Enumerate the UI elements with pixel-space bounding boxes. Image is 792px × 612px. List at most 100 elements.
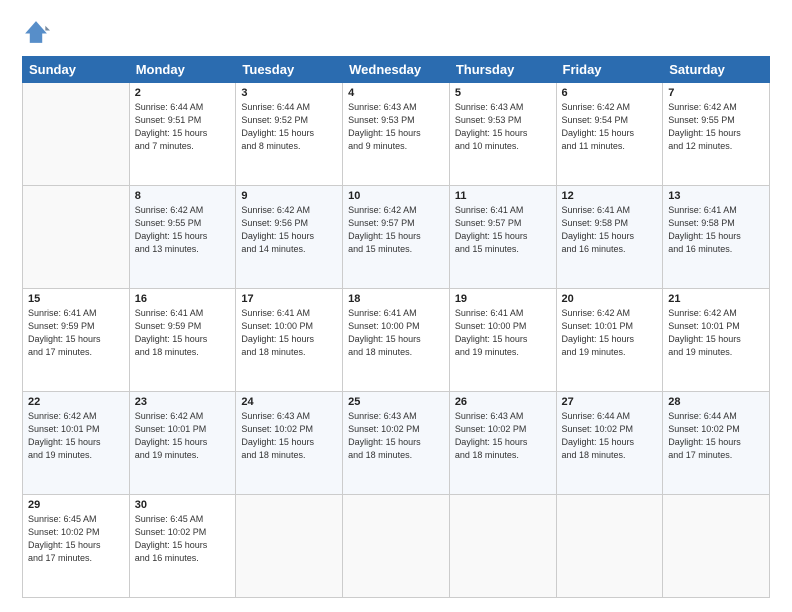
day-info: Sunrise: 6:41 AM Sunset: 9:57 PM Dayligh… — [455, 204, 551, 256]
day-info: Sunrise: 6:42 AM Sunset: 9:55 PM Dayligh… — [668, 101, 764, 153]
calendar-table: SundayMondayTuesdayWednesdayThursdayFrid… — [22, 56, 770, 598]
day-number: 12 — [562, 190, 658, 202]
day-info: Sunrise: 6:41 AM Sunset: 9:59 PM Dayligh… — [135, 307, 231, 359]
calendar-cell: 5 Sunrise: 6:43 AM Sunset: 9:53 PM Dayli… — [449, 83, 556, 186]
day-number: 15 — [28, 293, 124, 305]
calendar-cell: 20 Sunrise: 6:42 AM Sunset: 10:01 PM Day… — [556, 289, 663, 392]
day-info: Sunrise: 6:42 AM Sunset: 10:01 PM Daylig… — [135, 410, 231, 462]
day-number: 10 — [348, 190, 444, 202]
calendar-cell: 21 Sunrise: 6:42 AM Sunset: 10:01 PM Day… — [663, 289, 770, 392]
calendar-cell: 26 Sunrise: 6:43 AM Sunset: 10:02 PM Day… — [449, 392, 556, 495]
calendar-cell: 19 Sunrise: 6:41 AM Sunset: 10:00 PM Day… — [449, 289, 556, 392]
calendar-week-row: 8 Sunrise: 6:42 AM Sunset: 9:55 PM Dayli… — [23, 186, 770, 289]
day-number: 27 — [562, 396, 658, 408]
day-number: 29 — [28, 499, 124, 511]
calendar-cell: 11 Sunrise: 6:41 AM Sunset: 9:57 PM Dayl… — [449, 186, 556, 289]
day-info: Sunrise: 6:42 AM Sunset: 10:01 PM Daylig… — [562, 307, 658, 359]
day-info: Sunrise: 6:41 AM Sunset: 9:58 PM Dayligh… — [668, 204, 764, 256]
day-info: Sunrise: 6:41 AM Sunset: 9:58 PM Dayligh… — [562, 204, 658, 256]
calendar-cell: 18 Sunrise: 6:41 AM Sunset: 10:00 PM Day… — [343, 289, 450, 392]
logo-icon — [22, 18, 50, 46]
calendar-cell: 9 Sunrise: 6:42 AM Sunset: 9:56 PM Dayli… — [236, 186, 343, 289]
day-number: 9 — [241, 190, 337, 202]
calendar-cell: 12 Sunrise: 6:41 AM Sunset: 9:58 PM Dayl… — [556, 186, 663, 289]
calendar-body: 2 Sunrise: 6:44 AM Sunset: 9:51 PM Dayli… — [23, 83, 770, 598]
day-info: Sunrise: 6:41 AM Sunset: 10:00 PM Daylig… — [348, 307, 444, 359]
calendar-week-row: 2 Sunrise: 6:44 AM Sunset: 9:51 PM Dayli… — [23, 83, 770, 186]
logo — [22, 18, 54, 46]
day-number: 13 — [668, 190, 764, 202]
calendar-cell — [343, 495, 450, 598]
day-number: 17 — [241, 293, 337, 305]
calendar-cell: 7 Sunrise: 6:42 AM Sunset: 9:55 PM Dayli… — [663, 83, 770, 186]
day-info: Sunrise: 6:43 AM Sunset: 9:53 PM Dayligh… — [348, 101, 444, 153]
day-info: Sunrise: 6:42 AM Sunset: 9:55 PM Dayligh… — [135, 204, 231, 256]
day-number: 26 — [455, 396, 551, 408]
calendar-header-row: SundayMondayTuesdayWednesdayThursdayFrid… — [23, 57, 770, 83]
day-number: 3 — [241, 87, 337, 99]
day-number: 4 — [348, 87, 444, 99]
day-number: 8 — [135, 190, 231, 202]
calendar-cell — [236, 495, 343, 598]
day-info: Sunrise: 6:45 AM Sunset: 10:02 PM Daylig… — [135, 513, 231, 565]
calendar-cell — [23, 186, 130, 289]
calendar-header-sunday: Sunday — [23, 57, 130, 83]
day-number: 11 — [455, 190, 551, 202]
day-info: Sunrise: 6:43 AM Sunset: 9:53 PM Dayligh… — [455, 101, 551, 153]
day-info: Sunrise: 6:42 AM Sunset: 10:01 PM Daylig… — [668, 307, 764, 359]
day-info: Sunrise: 6:42 AM Sunset: 9:54 PM Dayligh… — [562, 101, 658, 153]
calendar-cell: 4 Sunrise: 6:43 AM Sunset: 9:53 PM Dayli… — [343, 83, 450, 186]
calendar-header-tuesday: Tuesday — [236, 57, 343, 83]
day-number: 22 — [28, 396, 124, 408]
day-number: 16 — [135, 293, 231, 305]
day-number: 6 — [562, 87, 658, 99]
day-info: Sunrise: 6:43 AM Sunset: 10:02 PM Daylig… — [241, 410, 337, 462]
calendar-header-friday: Friday — [556, 57, 663, 83]
calendar-cell: 17 Sunrise: 6:41 AM Sunset: 10:00 PM Day… — [236, 289, 343, 392]
calendar-cell: 28 Sunrise: 6:44 AM Sunset: 10:02 PM Day… — [663, 392, 770, 495]
day-number: 7 — [668, 87, 764, 99]
day-info: Sunrise: 6:43 AM Sunset: 10:02 PM Daylig… — [455, 410, 551, 462]
calendar-cell: 8 Sunrise: 6:42 AM Sunset: 9:55 PM Dayli… — [129, 186, 236, 289]
calendar-week-row: 22 Sunrise: 6:42 AM Sunset: 10:01 PM Day… — [23, 392, 770, 495]
calendar-cell: 25 Sunrise: 6:43 AM Sunset: 10:02 PM Day… — [343, 392, 450, 495]
calendar-cell: 24 Sunrise: 6:43 AM Sunset: 10:02 PM Day… — [236, 392, 343, 495]
calendar-cell: 16 Sunrise: 6:41 AM Sunset: 9:59 PM Dayl… — [129, 289, 236, 392]
day-number: 20 — [562, 293, 658, 305]
day-info: Sunrise: 6:44 AM Sunset: 9:52 PM Dayligh… — [241, 101, 337, 153]
calendar-cell — [23, 83, 130, 186]
day-number: 18 — [348, 293, 444, 305]
calendar-cell: 10 Sunrise: 6:42 AM Sunset: 9:57 PM Dayl… — [343, 186, 450, 289]
calendar-cell: 15 Sunrise: 6:41 AM Sunset: 9:59 PM Dayl… — [23, 289, 130, 392]
calendar-cell: 2 Sunrise: 6:44 AM Sunset: 9:51 PM Dayli… — [129, 83, 236, 186]
day-info: Sunrise: 6:42 AM Sunset: 10:01 PM Daylig… — [28, 410, 124, 462]
day-number: 25 — [348, 396, 444, 408]
calendar-cell: 3 Sunrise: 6:44 AM Sunset: 9:52 PM Dayli… — [236, 83, 343, 186]
calendar-cell — [663, 495, 770, 598]
calendar-week-row: 15 Sunrise: 6:41 AM Sunset: 9:59 PM Dayl… — [23, 289, 770, 392]
calendar-week-row: 29 Sunrise: 6:45 AM Sunset: 10:02 PM Day… — [23, 495, 770, 598]
day-number: 24 — [241, 396, 337, 408]
calendar-cell — [449, 495, 556, 598]
day-info: Sunrise: 6:41 AM Sunset: 10:00 PM Daylig… — [241, 307, 337, 359]
calendar-cell: 22 Sunrise: 6:42 AM Sunset: 10:01 PM Day… — [23, 392, 130, 495]
day-number: 28 — [668, 396, 764, 408]
day-info: Sunrise: 6:44 AM Sunset: 10:02 PM Daylig… — [668, 410, 764, 462]
header — [22, 18, 770, 46]
day-number: 19 — [455, 293, 551, 305]
day-number: 23 — [135, 396, 231, 408]
day-info: Sunrise: 6:42 AM Sunset: 9:57 PM Dayligh… — [348, 204, 444, 256]
calendar-cell: 13 Sunrise: 6:41 AM Sunset: 9:58 PM Dayl… — [663, 186, 770, 289]
day-number: 30 — [135, 499, 231, 511]
day-info: Sunrise: 6:45 AM Sunset: 10:02 PM Daylig… — [28, 513, 124, 565]
day-number: 21 — [668, 293, 764, 305]
calendar-header-thursday: Thursday — [449, 57, 556, 83]
day-number: 2 — [135, 87, 231, 99]
day-info: Sunrise: 6:44 AM Sunset: 10:02 PM Daylig… — [562, 410, 658, 462]
day-info: Sunrise: 6:41 AM Sunset: 9:59 PM Dayligh… — [28, 307, 124, 359]
calendar-cell: 29 Sunrise: 6:45 AM Sunset: 10:02 PM Day… — [23, 495, 130, 598]
calendar-cell: 23 Sunrise: 6:42 AM Sunset: 10:01 PM Day… — [129, 392, 236, 495]
day-info: Sunrise: 6:43 AM Sunset: 10:02 PM Daylig… — [348, 410, 444, 462]
calendar-header-wednesday: Wednesday — [343, 57, 450, 83]
calendar-cell: 6 Sunrise: 6:42 AM Sunset: 9:54 PM Dayli… — [556, 83, 663, 186]
